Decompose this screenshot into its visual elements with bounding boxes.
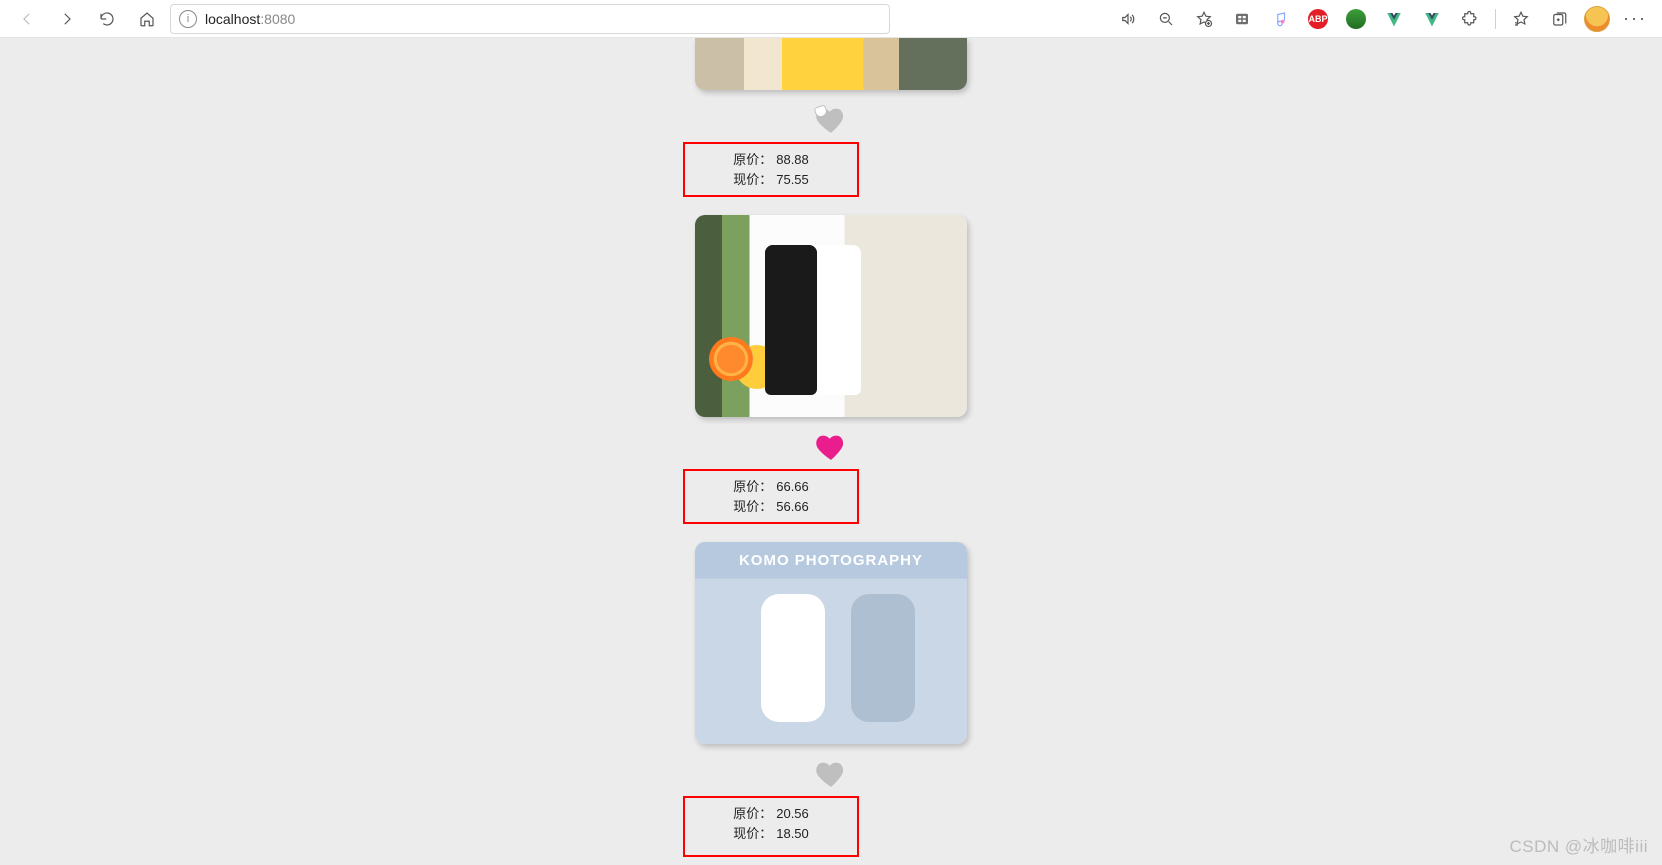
product-image: [695, 38, 967, 90]
original-price-value: 88.88: [776, 150, 809, 170]
star-lines-icon: [1512, 10, 1530, 28]
product-list: 原价： 88.88 现价： 75.55 原价： 66.66: [0, 38, 1662, 857]
more-button[interactable]: ···: [1618, 3, 1652, 35]
url-text: localhost:8080: [205, 11, 295, 27]
back-button[interactable]: [10, 3, 44, 35]
original-price-label: 原价：: [733, 477, 772, 497]
abp-icon: ABP: [1308, 9, 1328, 29]
avatar-icon: [1584, 6, 1610, 32]
favorite-button[interactable]: [1187, 3, 1221, 35]
url-host: localhost: [205, 11, 260, 27]
extension-vue1-button[interactable]: [1377, 3, 1411, 35]
heart-icon: [813, 758, 849, 790]
like-button[interactable]: [813, 431, 849, 463]
product-card: KOMO PHOTOGRAPHY 原价： 20.56 现价： 18.50: [661, 542, 1001, 857]
download-icon: [1346, 9, 1366, 29]
refresh-icon: [98, 10, 116, 28]
arrow-right-icon: [58, 10, 76, 28]
product-image: [695, 215, 967, 417]
current-price-value: 75.55: [776, 170, 809, 190]
price-box: 原价： 66.66 现价： 56.66: [683, 469, 859, 524]
toolbar-right: ABP ···: [1111, 3, 1652, 35]
separator: [1495, 9, 1496, 29]
magnifier-icon: [1157, 10, 1175, 28]
current-price-label: 现价：: [733, 170, 772, 190]
url-port: :8080: [260, 11, 295, 27]
like-button[interactable]: [813, 758, 849, 790]
address-bar[interactable]: i localhost:8080: [170, 4, 890, 34]
original-price-label: 原价：: [733, 150, 772, 170]
original-price-label: 原价：: [733, 804, 772, 824]
refresh-button[interactable]: [90, 3, 124, 35]
profile-button[interactable]: [1580, 3, 1614, 35]
extension-abp-button[interactable]: ABP: [1301, 3, 1335, 35]
star-add-icon: [1195, 10, 1213, 28]
info-icon: i: [179, 10, 197, 28]
current-price-value: 56.66: [776, 497, 809, 517]
collections-icon: [1550, 10, 1568, 28]
product-card: 原价： 66.66 现价： 56.66: [661, 215, 1001, 542]
current-price-value: 18.50: [776, 824, 809, 844]
extension-grid-button[interactable]: [1225, 3, 1259, 35]
current-price-label: 现价：: [733, 497, 772, 517]
extensions-button[interactable]: [1453, 3, 1487, 35]
home-icon: [138, 10, 156, 28]
price-box: 原价： 20.56 现价： 18.50: [683, 796, 859, 857]
current-price-label: 现价：: [733, 824, 772, 844]
vue-icon: [1385, 10, 1403, 28]
home-button[interactable]: [130, 3, 164, 35]
forward-button[interactable]: [50, 3, 84, 35]
extension-music-button[interactable]: [1263, 3, 1297, 35]
music-icon: [1271, 10, 1289, 28]
read-aloud-icon: [1119, 10, 1137, 28]
read-aloud-button[interactable]: [1111, 3, 1145, 35]
favorites-button[interactable]: [1504, 3, 1538, 35]
grid-icon: [1233, 10, 1251, 28]
extension-vue2-button[interactable]: [1415, 3, 1449, 35]
price-box: 原价： 88.88 现价： 75.55: [683, 142, 859, 197]
arrow-left-icon: [18, 10, 36, 28]
product-image: KOMO PHOTOGRAPHY: [695, 542, 967, 744]
collections-button[interactable]: [1542, 3, 1576, 35]
page-viewport: 原价： 88.88 现价： 75.55 原价： 66.66: [0, 38, 1662, 865]
browser-toolbar: i localhost:8080 ABP: [0, 0, 1662, 38]
puzzle-icon: [1461, 10, 1479, 28]
vue-icon: [1423, 10, 1441, 28]
extension-download-button[interactable]: [1339, 3, 1373, 35]
original-price-value: 20.56: [776, 804, 809, 824]
zoom-button[interactable]: [1149, 3, 1183, 35]
original-price-value: 66.66: [776, 477, 809, 497]
like-button[interactable]: [813, 104, 849, 136]
heart-icon: [813, 104, 849, 136]
ellipsis-icon: ···: [1617, 8, 1653, 29]
heart-icon: [813, 431, 849, 463]
product-image-overlay: KOMO PHOTOGRAPHY: [695, 552, 967, 569]
product-card: 原价： 88.88 现价： 75.55: [661, 38, 1001, 215]
